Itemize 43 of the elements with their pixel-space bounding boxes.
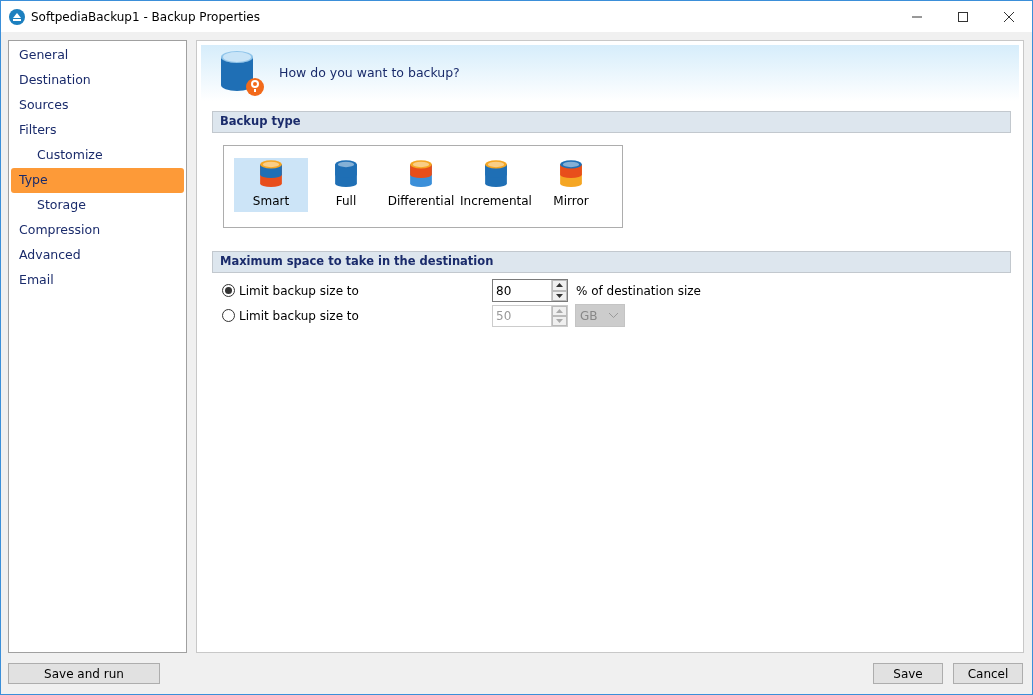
header-question: How do you want to backup? xyxy=(279,63,460,82)
option-label: Limit backup size to xyxy=(239,307,360,325)
up-arrow-icon xyxy=(556,308,563,313)
database-icon xyxy=(557,159,585,188)
save-button[interactable]: Save xyxy=(873,663,943,684)
spin-down-button[interactable] xyxy=(552,290,567,301)
sidebar-item[interactable]: Customize xyxy=(11,143,184,168)
sidebar-item[interactable]: Destination xyxy=(11,68,184,93)
down-arrow-icon xyxy=(556,293,563,298)
backup-type-option[interactable]: Mirror xyxy=(534,158,608,212)
database-icon xyxy=(482,159,510,188)
sidebar-item[interactable]: Sources xyxy=(11,93,184,118)
section-heading: Backup type xyxy=(212,111,1011,133)
backup-type-option[interactable]: Differential xyxy=(384,158,458,212)
radio-button[interactable] xyxy=(222,284,235,297)
up-arrow-icon xyxy=(556,283,563,288)
close-icon xyxy=(1004,11,1014,22)
option-label: Limit backup size to xyxy=(239,282,360,300)
sidebar-item[interactable]: Email xyxy=(11,268,184,293)
cancel-button[interactable]: Cancel xyxy=(953,663,1023,684)
database-icon xyxy=(332,159,360,188)
sidebar-item[interactable]: Filters xyxy=(11,118,184,143)
spin-up-button[interactable] xyxy=(552,280,567,291)
database-icon xyxy=(257,159,285,188)
chevron-down-icon xyxy=(609,313,618,318)
unit-label: % of destination size xyxy=(576,282,701,300)
app-icon xyxy=(9,8,25,25)
save-and-run-button[interactable]: Save and run xyxy=(8,663,160,684)
down-arrow-icon xyxy=(556,318,563,323)
sidebar-item[interactable]: General xyxy=(11,43,184,68)
database-icon xyxy=(407,159,435,188)
backup-type-option[interactable]: Full xyxy=(309,158,383,212)
number-spinner[interactable]: 80 xyxy=(492,279,568,302)
backup-type-option[interactable]: Smart xyxy=(234,158,308,212)
sidebar-item[interactable]: Type xyxy=(11,168,184,193)
window-title: SoftpediaBackup1 - Backup Properties xyxy=(31,8,260,26)
sidebar-item[interactable]: Compression xyxy=(11,218,184,243)
section-heading: Maximum space to take in the destination xyxy=(212,251,1011,273)
radio-button[interactable] xyxy=(222,309,235,322)
sidebar-item[interactable]: Storage xyxy=(11,193,184,218)
sidebar-item[interactable]: Advanced xyxy=(11,243,184,268)
maximize-icon xyxy=(958,11,968,22)
backup-type-option[interactable]: Incremental xyxy=(459,158,533,212)
